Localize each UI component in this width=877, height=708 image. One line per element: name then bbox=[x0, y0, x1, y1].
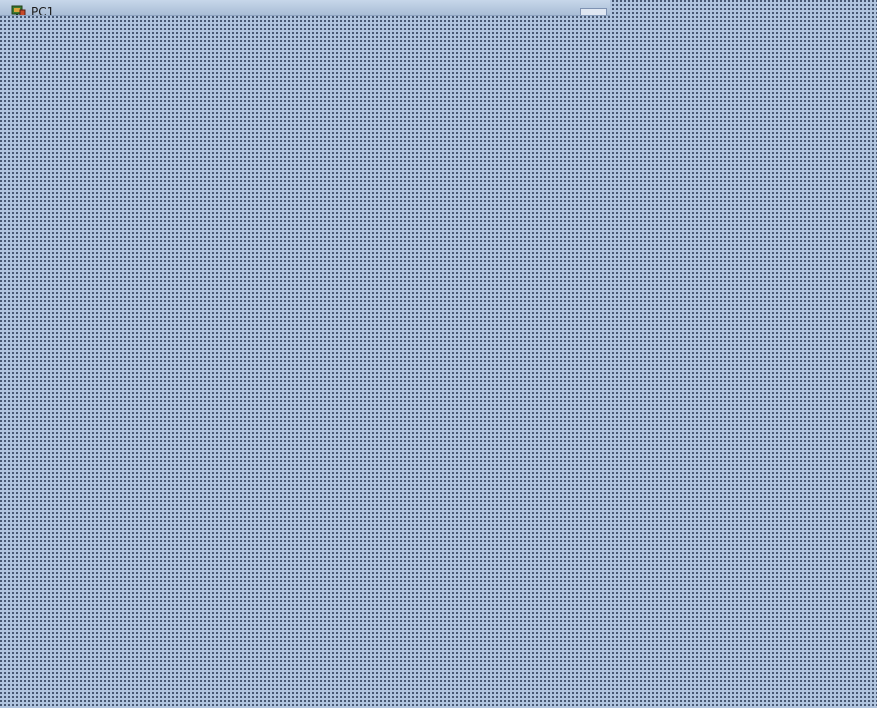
desktop-background: PC1 bbox=[0, 0, 877, 708]
window-titlebar[interactable]: PC1 bbox=[0, 0, 610, 16]
title-field[interactable] bbox=[580, 8, 607, 15]
window-title: PC1 bbox=[31, 5, 55, 16]
network-device-icon bbox=[11, 2, 26, 15]
